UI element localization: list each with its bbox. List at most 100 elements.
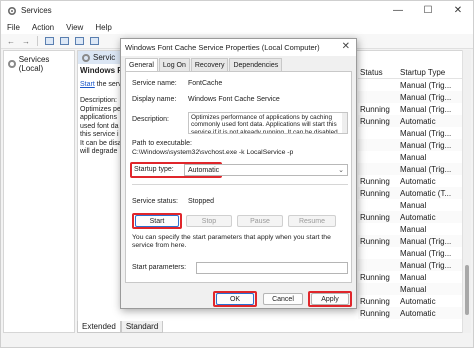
show-hide-tree-icon[interactable] (43, 36, 55, 47)
scrollbar-thumb[interactable] (465, 265, 469, 315)
dialog-close-icon[interactable]: ✕ (342, 41, 350, 52)
table-row[interactable]: Manual (Trig... (358, 79, 470, 91)
vertical-scrollbar[interactable] (462, 50, 471, 333)
gear-icon (82, 53, 90, 62)
table-row[interactable]: Manual (358, 283, 470, 295)
row-startup-type: Automatic (400, 176, 436, 186)
row-startup-type: Manual (400, 152, 427, 162)
view-tabs: Extended Standard (77, 321, 164, 333)
table-row[interactable]: Manual (Trig... (358, 259, 470, 271)
properties-icon[interactable] (58, 36, 70, 47)
stop-button[interactable]: Stop (186, 215, 232, 227)
row-startup-type: Manual (Trig... (400, 236, 452, 246)
title-bar: Services — ☐ ✕ (1, 1, 473, 20)
export-list-icon[interactable] (88, 36, 100, 47)
minimize-icon[interactable]: — (383, 1, 413, 20)
section-divider (132, 184, 348, 185)
table-row[interactable]: Running Manual (Trig... (358, 235, 470, 247)
description-scrollbar[interactable] (342, 113, 347, 133)
menu-file[interactable]: File (7, 23, 20, 32)
column-header-startup-type[interactable]: Startup Type (394, 68, 470, 77)
refresh-icon[interactable] (73, 36, 85, 47)
table-row[interactable]: Running Automatic (358, 211, 470, 223)
tree-item-services-local[interactable]: Services (Local) (6, 54, 74, 74)
menu-bar: File Action View Help (1, 20, 473, 34)
tab-dependencies[interactable]: Dependencies (229, 58, 283, 71)
tree-item-label: Services (Local) (18, 55, 50, 73)
service-status-value: Stopped (188, 198, 215, 205)
list-rows: Manual (Trig... Manual (Trig... Running Man… (358, 79, 470, 319)
tab-recovery[interactable]: Recovery (190, 58, 229, 71)
pause-button[interactable]: Pause (237, 215, 283, 227)
start-parameters-label: Start parameters: (132, 264, 187, 271)
start-service-link[interactable]: Start (80, 81, 95, 88)
table-row[interactable]: Running Automatic (358, 175, 470, 187)
row-startup-type: Manual (400, 272, 427, 282)
table-row[interactable]: Running Automatic (358, 115, 470, 127)
ok-button[interactable]: OK (216, 293, 254, 305)
table-row[interactable]: Running Automatic (358, 295, 470, 307)
menu-help[interactable]: Help (95, 23, 111, 32)
row-startup-type: Manual (Trig... (400, 80, 452, 90)
table-row[interactable]: Manual (Trig... (358, 163, 470, 175)
description-label: Description: (132, 116, 169, 123)
back-arrow-icon[interactable]: ← (5, 36, 17, 47)
row-startup-type: Manual (Trig... (400, 104, 452, 114)
description-textbox[interactable]: Optimizes performance of applications by… (188, 112, 348, 134)
table-row[interactable]: Manual (Trig... (358, 91, 470, 103)
forward-arrow-icon[interactable]: → (20, 36, 32, 47)
row-startup-type: Manual (Trig... (400, 140, 452, 150)
service-name-value: FontCache (188, 80, 223, 87)
general-tab-panel: Service name: FontCache Display name: Wi… (125, 71, 352, 283)
menu-view[interactable]: View (66, 23, 83, 32)
table-row[interactable]: Manual (Trig... (358, 127, 470, 139)
display-name-label: Display name: (132, 96, 177, 103)
row-startup-type: Manual (Trig... (400, 248, 452, 258)
row-status: Running (360, 176, 390, 186)
table-row[interactable]: Running Manual (358, 271, 470, 283)
row-status: Running (360, 308, 390, 318)
startup-type-label: Startup type: (134, 166, 174, 173)
content-header-label: Servic (93, 53, 116, 62)
cancel-button[interactable]: Cancel (263, 293, 303, 305)
row-startup-type: Automatic (400, 212, 436, 222)
row-status: Running (360, 188, 390, 198)
row-startup-type: Manual (Trig... (400, 128, 452, 138)
table-row[interactable]: Running Automatic (T... (358, 187, 470, 199)
table-row[interactable]: Manual (Trig... (358, 247, 470, 259)
row-status: Running (360, 212, 390, 222)
startup-type-select[interactable]: Automatic ⌄ (184, 164, 348, 176)
start-button[interactable]: Start (135, 215, 179, 227)
tab-general[interactable]: General (125, 58, 158, 72)
close-icon[interactable]: ✕ (443, 1, 473, 20)
dialog-tabs: General Log On Recovery Dependencies (125, 58, 283, 72)
row-startup-type: Manual (400, 224, 427, 234)
table-row[interactable]: Running Automatic (358, 307, 470, 319)
table-row[interactable]: Running Manual (Trig... (358, 103, 470, 115)
display-name-value: Windows Font Cache Service (188, 96, 280, 103)
table-row[interactable]: Manual (358, 223, 470, 235)
row-status: Running (360, 272, 390, 282)
table-row[interactable]: Manual (358, 151, 470, 163)
maximize-icon[interactable]: ☐ (413, 1, 443, 20)
menu-action[interactable]: Action (32, 23, 54, 32)
console-tree: Services (Local) (3, 50, 75, 333)
start-parameters-input[interactable] (196, 262, 348, 274)
start-parameters-hint: You can specify the start parameters tha… (132, 234, 331, 249)
window-controls: — ☐ ✕ (383, 1, 473, 20)
dialog-title-bar: Windows Font Cache Service Properties (L… (121, 39, 356, 56)
row-startup-type: Automatic (T... (400, 188, 452, 198)
apply-button[interactable]: Apply (311, 293, 349, 305)
resume-button[interactable]: Resume (288, 215, 336, 227)
tab-extended[interactable]: Extended (77, 321, 121, 333)
properties-dialog: Windows Font Cache Service Properties (L… (120, 38, 357, 309)
column-header-status[interactable]: Status (358, 68, 394, 77)
row-startup-type: Automatic (400, 308, 436, 318)
tab-log-on[interactable]: Log On (158, 58, 190, 71)
startup-type-value: Automatic (188, 166, 220, 174)
row-status: Running (360, 116, 390, 126)
row-status: Running (360, 296, 390, 306)
table-row[interactable]: Manual (358, 199, 470, 211)
table-row[interactable]: Manual (Trig... (358, 139, 470, 151)
tab-standard[interactable]: Standard (120, 321, 164, 333)
